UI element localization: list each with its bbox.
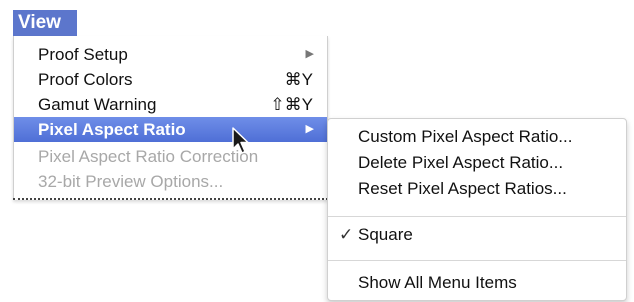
submenu-arrow-icon: ▶ bbox=[305, 48, 314, 60]
menu-torn-edge bbox=[13, 198, 328, 200]
submenu-item-delete-pixel-aspect-ratio[interactable]: Delete Pixel Aspect Ratio... bbox=[328, 150, 626, 176]
submenu-item-show-all-menu-items[interactable]: Show All Menu Items bbox=[328, 270, 626, 296]
menu-item-proof-setup[interactable]: Proof Setup ▶ bbox=[14, 42, 327, 67]
menu-item-shortcut: ⇧⌘Y bbox=[270, 95, 313, 114]
view-menu: Proof Setup ▶ Proof Colors ⌘Y Gamut Warn… bbox=[13, 36, 328, 200]
submenu-item-square[interactable]: ✓ Square bbox=[328, 222, 626, 248]
menu-item-gamut-warning[interactable]: Gamut Warning ⇧⌘Y bbox=[14, 92, 327, 117]
arrow-pointer-icon bbox=[232, 127, 249, 154]
submenu-item-custom-pixel-aspect-ratio[interactable]: Custom Pixel Aspect Ratio... bbox=[328, 124, 626, 150]
submenu-separator bbox=[328, 260, 626, 261]
submenu-item-label: Custom Pixel Aspect Ratio... bbox=[358, 127, 573, 146]
menu-item-pixel-aspect-ratio-correction: Pixel Aspect Ratio Correction bbox=[14, 144, 327, 169]
submenu-arrow-icon: ▶ bbox=[305, 123, 314, 135]
submenu-item-label: Reset Pixel Aspect Ratios... bbox=[358, 179, 567, 198]
menu-view-title[interactable]: View bbox=[13, 10, 77, 36]
pixel-aspect-ratio-submenu: Custom Pixel Aspect Ratio... Delete Pixe… bbox=[327, 118, 627, 301]
menu-item-label: Proof Colors bbox=[38, 70, 133, 89]
menu-item-pixel-aspect-ratio[interactable]: Pixel Aspect Ratio ▶ bbox=[14, 117, 327, 142]
menu-item-label: 32-bit Preview Options... bbox=[38, 172, 224, 191]
menu-item-32bit-preview-options: 32-bit Preview Options... bbox=[14, 169, 327, 194]
checkmark-icon: ✓ bbox=[339, 225, 354, 244]
menu-item-shortcut: ⌘Y bbox=[284, 70, 313, 89]
menu-item-label: Proof Setup bbox=[38, 45, 128, 64]
submenu-item-reset-pixel-aspect-ratios[interactable]: Reset Pixel Aspect Ratios... bbox=[328, 176, 626, 202]
menu-item-label: Pixel Aspect Ratio bbox=[38, 120, 186, 139]
submenu-item-label: Square bbox=[358, 225, 413, 244]
menu-item-label: Gamut Warning bbox=[38, 95, 157, 114]
menu-item-label: Pixel Aspect Ratio Correction bbox=[38, 147, 259, 166]
submenu-separator bbox=[328, 216, 626, 217]
submenu-item-label: Delete Pixel Aspect Ratio... bbox=[358, 153, 564, 172]
submenu-item-label: Show All Menu Items bbox=[358, 273, 517, 292]
menu-item-proof-colors[interactable]: Proof Colors ⌘Y bbox=[14, 67, 327, 92]
